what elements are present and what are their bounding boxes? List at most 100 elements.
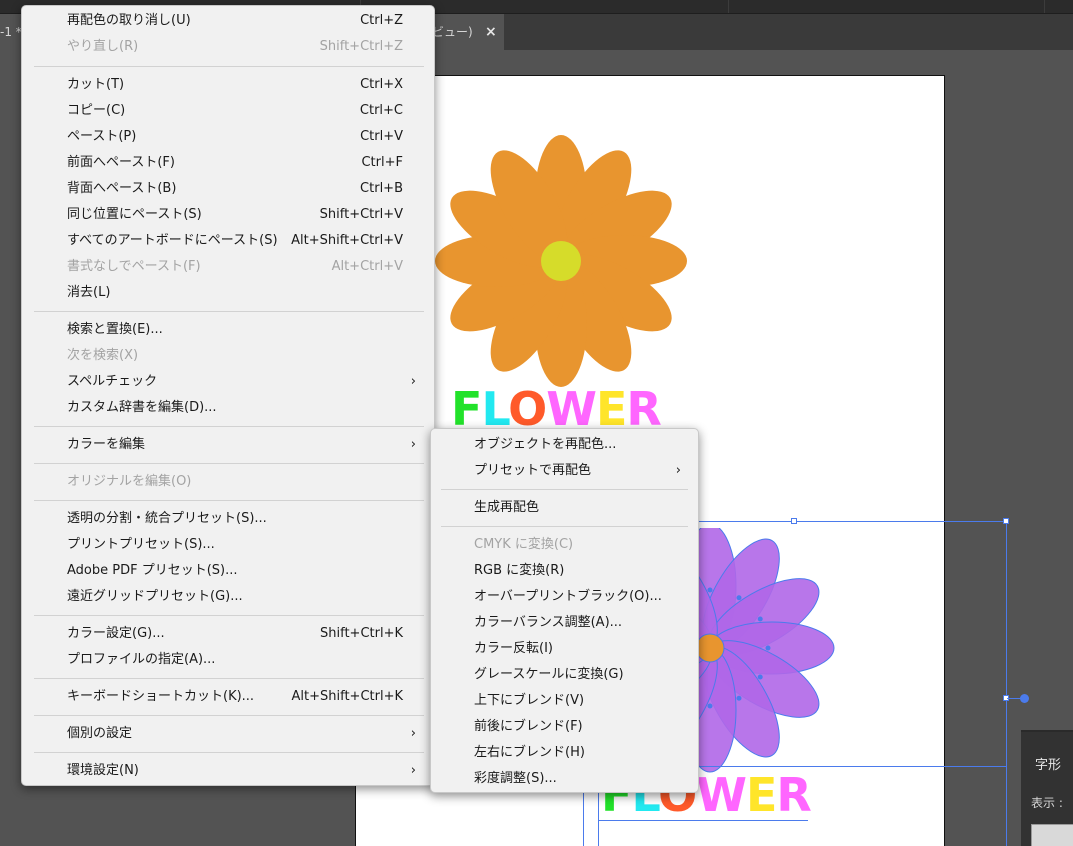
- menu-item-1[interactable]: 再配色の取り消し(U) Ctrl+Z: [22, 8, 434, 34]
- menu-item-3[interactable]: カット(T) Ctrl+X: [22, 72, 434, 98]
- menu-item-24[interactable]: キーボードショートカット(K)... Alt+Shift+Ctrl+K: [22, 684, 434, 710]
- menu-item-18[interactable]: 透明の分割・統合プリセット(S)...: [22, 506, 434, 532]
- anchor-point[interactable]: [707, 587, 713, 593]
- title-bar-divider: [728, 0, 729, 13]
- anchor-point[interactable]: [765, 645, 771, 651]
- menu-item-label: 検索と置換(E)...: [67, 322, 163, 337]
- menu-item-label: 消去(L): [67, 285, 111, 300]
- menu-separator: [34, 752, 424, 753]
- chevron-right-icon: ›: [410, 437, 416, 452]
- menu-separator: [34, 426, 424, 427]
- menu-item-6[interactable]: 前面へペースト(F) Ctrl+F: [22, 150, 434, 176]
- chevron-right-icon: ›: [410, 374, 416, 389]
- menu-item-8[interactable]: 同じ位置にペースト(S) Shift+Ctrl+V: [22, 202, 434, 228]
- submenu-item-5[interactable]: RGB に変換(R): [431, 558, 698, 584]
- menu-item-13: 次を検索(X): [22, 343, 434, 369]
- menu-item-20[interactable]: Adobe PDF プリセット(S)...: [22, 558, 434, 584]
- submenu-item-11[interactable]: 前後にブレンド(F): [431, 714, 698, 740]
- menu-separator: [441, 489, 688, 490]
- menu-item-label: すべてのアートボードにペースト(S): [67, 233, 278, 248]
- menu-item-12[interactable]: 検索と置換(E)...: [22, 317, 434, 343]
- menu-item-label: カット(T): [67, 77, 125, 92]
- menu-item-19[interactable]: プリントプリセット(S)...: [22, 532, 434, 558]
- rotate-handle[interactable]: [1020, 694, 1029, 703]
- menu-item-label: 同じ位置にペースト(S): [67, 207, 202, 222]
- menu-item-21[interactable]: 遠近グリッドプリセット(G)...: [22, 584, 434, 610]
- menu-separator: [34, 678, 424, 679]
- menu-item-shortcut: Shift+Ctrl+K: [320, 626, 403, 641]
- anchor-point[interactable]: [736, 595, 742, 601]
- artwork-letter: R: [776, 768, 811, 822]
- menu-item-label: 書式なしでペースト(F): [67, 259, 201, 274]
- menu-item-11[interactable]: 消去(L): [22, 280, 434, 306]
- submenu-item-4: CMYK に変換(C): [431, 532, 698, 558]
- glyphs-panel: 字形 表示 :: [1021, 730, 1073, 846]
- anchor-point[interactable]: [736, 695, 742, 701]
- menu-item-shortcut: Alt+Ctrl+V: [331, 259, 403, 274]
- submenu-item-label: RGB に変換(R): [474, 563, 565, 578]
- menu-item-5[interactable]: ペースト(P) Ctrl+V: [22, 124, 434, 150]
- menu-item-23[interactable]: プロファイルの指定(A)...: [22, 647, 434, 673]
- flower-center: [541, 241, 581, 281]
- anchor-point[interactable]: [757, 616, 763, 622]
- submenu-item-12[interactable]: 左右にブレンド(H): [431, 740, 698, 766]
- submenu-item-7[interactable]: カラーバランス調整(A)...: [431, 610, 698, 636]
- selection-handle[interactable]: [791, 518, 797, 524]
- menu-item-label: Adobe PDF プリセット(S)...: [67, 563, 238, 578]
- anchor-point[interactable]: [757, 674, 763, 680]
- document-tab-label: -1 *: [0, 25, 22, 39]
- submenu-item-1[interactable]: オブジェクトを再配色...: [431, 432, 698, 458]
- submenu-item-label: CMYK に変換(C): [474, 537, 574, 552]
- menu-item-label: スペルチェック: [67, 374, 158, 389]
- text-frame-baseline: [598, 820, 808, 821]
- menu-item-16[interactable]: カラーを編集 ›: [22, 432, 434, 458]
- menu-item-25[interactable]: 個別の設定 ›: [22, 721, 434, 747]
- submenu-item-label: オブジェクトを再配色...: [474, 437, 617, 452]
- submenu-item-6[interactable]: オーバープリントブラック(O)...: [431, 584, 698, 610]
- selection-bounds-right: [1006, 521, 1007, 846]
- menu-separator: [34, 715, 424, 716]
- menu-item-14[interactable]: スペルチェック ›: [22, 369, 434, 395]
- document-tab-active[interactable]: ビュー) ×: [430, 14, 504, 50]
- menu-item-10: 書式なしでペースト(F) Alt+Ctrl+V: [22, 254, 434, 280]
- flower-illustration-top[interactable]: [431, 131, 691, 391]
- anchor-point[interactable]: [707, 703, 713, 709]
- menu-item-shortcut: Shift+Ctrl+Z: [319, 39, 403, 54]
- submenu-item-label: 彩度調整(S)...: [474, 771, 557, 786]
- menu-item-shortcut: Alt+Shift+Ctrl+V: [291, 233, 403, 248]
- menu-item-7[interactable]: 背面へペースト(B) Ctrl+B: [22, 176, 434, 202]
- selection-handle[interactable]: [1003, 518, 1009, 524]
- title-bar-divider: [1044, 0, 1045, 13]
- menu-item-4[interactable]: コピー(C) Ctrl+C: [22, 98, 434, 124]
- menu-item-26[interactable]: 環境設定(N) ›: [22, 758, 434, 784]
- artwork-letter: W: [696, 768, 747, 822]
- menu-item-label: カラーを編集: [67, 437, 146, 452]
- close-tab-icon[interactable]: ×: [485, 14, 497, 50]
- submenu-item-10[interactable]: 上下にブレンド(V): [431, 688, 698, 714]
- menu-item-label: 環境設定(N): [67, 763, 139, 778]
- edit-colors-submenu: オブジェクトを再配色... プリセットで再配色 › 生成再配色 CMYK に変換(C) R…: [430, 428, 699, 793]
- menu-item-label: 個別の設定: [67, 726, 133, 741]
- menu-item-15[interactable]: カスタム辞書を編集(D)...: [22, 395, 434, 421]
- menu-item-shortcut: Ctrl+C: [359, 103, 403, 118]
- glyphs-panel-title[interactable]: 字形: [1035, 754, 1061, 773]
- menu-item-label: 再配色の取り消し(U): [67, 13, 191, 28]
- submenu-item-8[interactable]: カラー反転(I): [431, 636, 698, 662]
- menu-item-label: 遠近グリッドプリセット(G)...: [67, 589, 243, 604]
- submenu-item-3[interactable]: 生成再配色: [431, 495, 698, 521]
- glyphs-show-dropdown[interactable]: [1031, 824, 1073, 846]
- submenu-item-9[interactable]: グレースケールに変換(G): [431, 662, 698, 688]
- submenu-item-2[interactable]: プリセットで再配色 ›: [431, 458, 698, 484]
- menu-item-label: 透明の分割・統合プリセット(S)...: [67, 511, 267, 526]
- submenu-item-label: 上下にブレンド(V): [474, 693, 585, 708]
- menu-item-22[interactable]: カラー設定(G)... Shift+Ctrl+K: [22, 621, 434, 647]
- menu-item-shortcut: Ctrl+X: [360, 77, 403, 92]
- menu-item-9[interactable]: すべてのアートボードにペースト(S) Alt+Shift+Ctrl+V: [22, 228, 434, 254]
- menu-item-17: オリジナルを編集(O): [22, 469, 434, 495]
- menu-separator: [34, 311, 424, 312]
- submenu-item-13[interactable]: 彩度調整(S)...: [431, 766, 698, 792]
- menu-item-label: キーボードショートカット(K)...: [67, 689, 255, 704]
- menu-separator: [34, 500, 424, 501]
- chevron-right-icon: ›: [675, 463, 681, 478]
- artwork-letter: E: [745, 768, 777, 822]
